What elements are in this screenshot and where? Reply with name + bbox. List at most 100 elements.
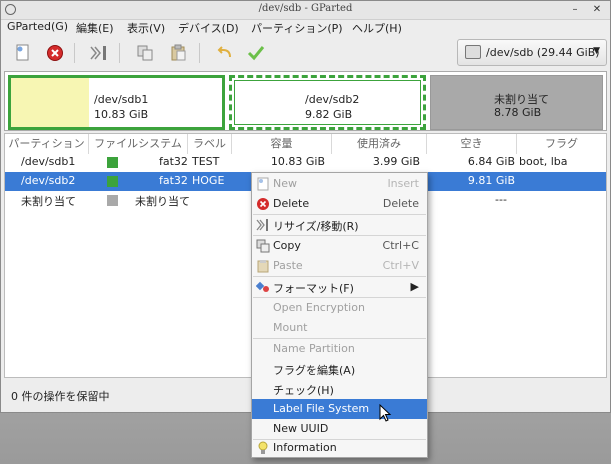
menu-item-label: Open Encryption <box>273 301 365 314</box>
diskmap-segment-sdb2[interactable]: /dev/sdb2 9.82 GiB <box>229 75 426 130</box>
menu-view[interactable]: 表示(V) <box>127 20 165 36</box>
cell-filesystem: fat32 <box>159 174 188 187</box>
lightbulb-icon <box>256 441 270 455</box>
menu-item-mount[interactable]: Mount <box>252 318 427 338</box>
device-selector-label: /dev/sdb (29.44 GiB) <box>486 46 600 59</box>
menu-item-open-encryption[interactable]: Open Encryption <box>252 298 427 318</box>
new-partition-icon[interactable] <box>12 42 34 64</box>
cell-filesystem: fat32 <box>159 155 188 168</box>
menu-item-copy[interactable]: Copy Ctrl+C <box>252 236 427 256</box>
menu-item-edit-flags[interactable]: フラグを編集(A) <box>252 359 427 379</box>
menu-item-label: Copy <box>273 239 301 252</box>
mouse-pointer-icon <box>379 404 392 422</box>
cell-label: TEST <box>192 155 220 168</box>
paste-icon[interactable] <box>167 42 189 64</box>
cell-size: 10.83 GiB <box>270 155 325 168</box>
menu-item-accel: Ctrl+V <box>382 259 419 272</box>
toolbar-separator <box>119 43 120 63</box>
close-window-button[interactable]: ✕ <box>591 4 603 16</box>
cell-used: 3.99 GiB <box>372 155 420 168</box>
menu-item-name-partition[interactable]: Name Partition <box>252 339 427 359</box>
menu-item-label: チェック(H) <box>273 384 334 397</box>
toolbar-separator <box>74 43 75 63</box>
copy-icon[interactable] <box>134 42 156 64</box>
cell-partition: /dev/sdb2 <box>21 174 76 187</box>
menu-edit[interactable]: 編集(E) <box>76 20 114 36</box>
segment-name: 未割り当て <box>494 93 549 106</box>
menu-item-accel: Insert <box>387 177 419 190</box>
cell-free: --- <box>495 193 507 206</box>
menu-item-paste[interactable]: Paste Ctrl+V <box>252 256 427 276</box>
diskmap-segment-sdb1[interactable]: /dev/sdb1 10.83 GiB <box>8 75 225 130</box>
menu-item-label: Label File System <box>273 402 370 415</box>
disk-icon <box>465 45 481 59</box>
menu-item-delete[interactable]: Delete Delete <box>252 194 427 214</box>
column-header-partition[interactable]: パーティション <box>5 134 89 154</box>
segment-name: /dev/sdb1 <box>94 93 149 106</box>
segment-size: 8.78 GiB <box>494 106 542 119</box>
menu-item-new[interactable]: New Insert <box>252 174 427 194</box>
column-header-filesystem[interactable]: ファイルシステム <box>89 134 188 154</box>
menu-item-resize-move[interactable]: リサイズ/移動(R) <box>252 215 427 235</box>
resize-move-icon <box>256 218 270 232</box>
menu-item-label-file-system[interactable]: Label File System <box>252 399 427 419</box>
pending-operations-status: 0 件の操作を保留中 <box>11 390 110 403</box>
menu-item-label: New UUID <box>273 422 329 435</box>
menu-partition[interactable]: パーティション(P) <box>251 20 343 36</box>
device-selector[interactable]: /dev/sdb (29.44 GiB) ▼ <box>457 39 607 66</box>
menu-item-label: フラグを編集(A) <box>273 364 356 377</box>
table-row[interactable]: /dev/sdb1 fat32 TEST 10.83 GiB 3.99 GiB … <box>5 153 606 172</box>
segment-size: 9.82 GiB <box>305 108 353 121</box>
diskmap-segment-unallocated[interactable]: 未割り当て 8.78 GiB <box>430 75 603 130</box>
column-header-free[interactable]: 空き <box>427 134 517 154</box>
chevron-down-icon: ▼ <box>593 46 600 56</box>
title-bar[interactable]: /dev/sdb - GParted – ✕ <box>1 1 610 20</box>
undo-icon[interactable] <box>213 42 235 64</box>
filesystem-color-swatch <box>107 157 118 168</box>
column-header-used[interactable]: 使用済み <box>332 134 427 154</box>
menu-item-accel: Delete <box>382 197 419 210</box>
menu-item-label: Name Partition <box>273 342 355 355</box>
window-title: /dev/sdb - GParted <box>258 3 353 14</box>
menu-device[interactable]: デバイス(D) <box>178 20 239 36</box>
menu-item-label: Information <box>273 441 337 454</box>
segment-name: /dev/sdb2 <box>305 93 360 106</box>
cell-label: HOGE <box>192 174 225 187</box>
menu-item-new-uuid[interactable]: New UUID <box>252 419 427 439</box>
cell-free: 6.84 GiB <box>467 155 515 168</box>
paste-icon <box>256 259 270 273</box>
menu-item-check[interactable]: チェック(H) <box>252 379 427 399</box>
menu-item-label: フォーマット(F) <box>273 282 354 295</box>
delete-icon <box>256 197 270 211</box>
minimize-button[interactable]: – <box>569 4 581 16</box>
partition-context-menu: New Insert Delete Delete リサイズ/移動(R) Copy… <box>251 172 428 458</box>
cell-free: 9.81 GiB <box>467 174 515 187</box>
toolbar-separator <box>199 43 200 63</box>
menu-item-label: リサイズ/移動(R) <box>273 220 359 233</box>
segment-size: 10.83 GiB <box>94 108 149 121</box>
menu-gparted[interactable]: GParted(G) <box>7 20 68 33</box>
cell-partition: 未割り当て <box>21 195 76 208</box>
menu-help[interactable]: ヘルプ(H) <box>352 20 402 36</box>
copy-icon <box>256 239 270 253</box>
column-header-size[interactable]: 容量 <box>232 134 332 154</box>
filesystem-color-swatch <box>107 176 118 187</box>
cell-flags: boot, lba <box>519 155 568 168</box>
apply-icon[interactable] <box>245 42 267 64</box>
format-icon <box>255 280 270 294</box>
cell-filesystem: 未割り当て <box>135 195 190 208</box>
delete-partition-icon[interactable] <box>44 42 66 64</box>
submenu-arrow-icon: ▶ <box>410 280 419 293</box>
menu-item-label: Paste <box>273 259 303 272</box>
menu-item-label: Delete <box>273 197 310 210</box>
resize-move-icon[interactable] <box>88 42 110 64</box>
disk-map: /dev/sdb1 10.83 GiB /dev/sdb2 9.82 GiB 未… <box>4 71 607 131</box>
column-header-flags[interactable]: フラグ <box>517 134 606 154</box>
menu-bar: GParted(G) 編集(E) 表示(V) デバイス(D) パーティション(P… <box>1 19 610 37</box>
menu-item-accel: Ctrl+C <box>382 239 419 252</box>
menu-item-format[interactable]: フォーマット(F) ▶ <box>252 277 427 297</box>
menu-item-label: New <box>273 177 297 190</box>
filesystem-color-swatch <box>107 195 118 206</box>
column-header-label[interactable]: ラベル <box>188 134 232 154</box>
menu-item-information[interactable]: Information <box>252 438 427 458</box>
